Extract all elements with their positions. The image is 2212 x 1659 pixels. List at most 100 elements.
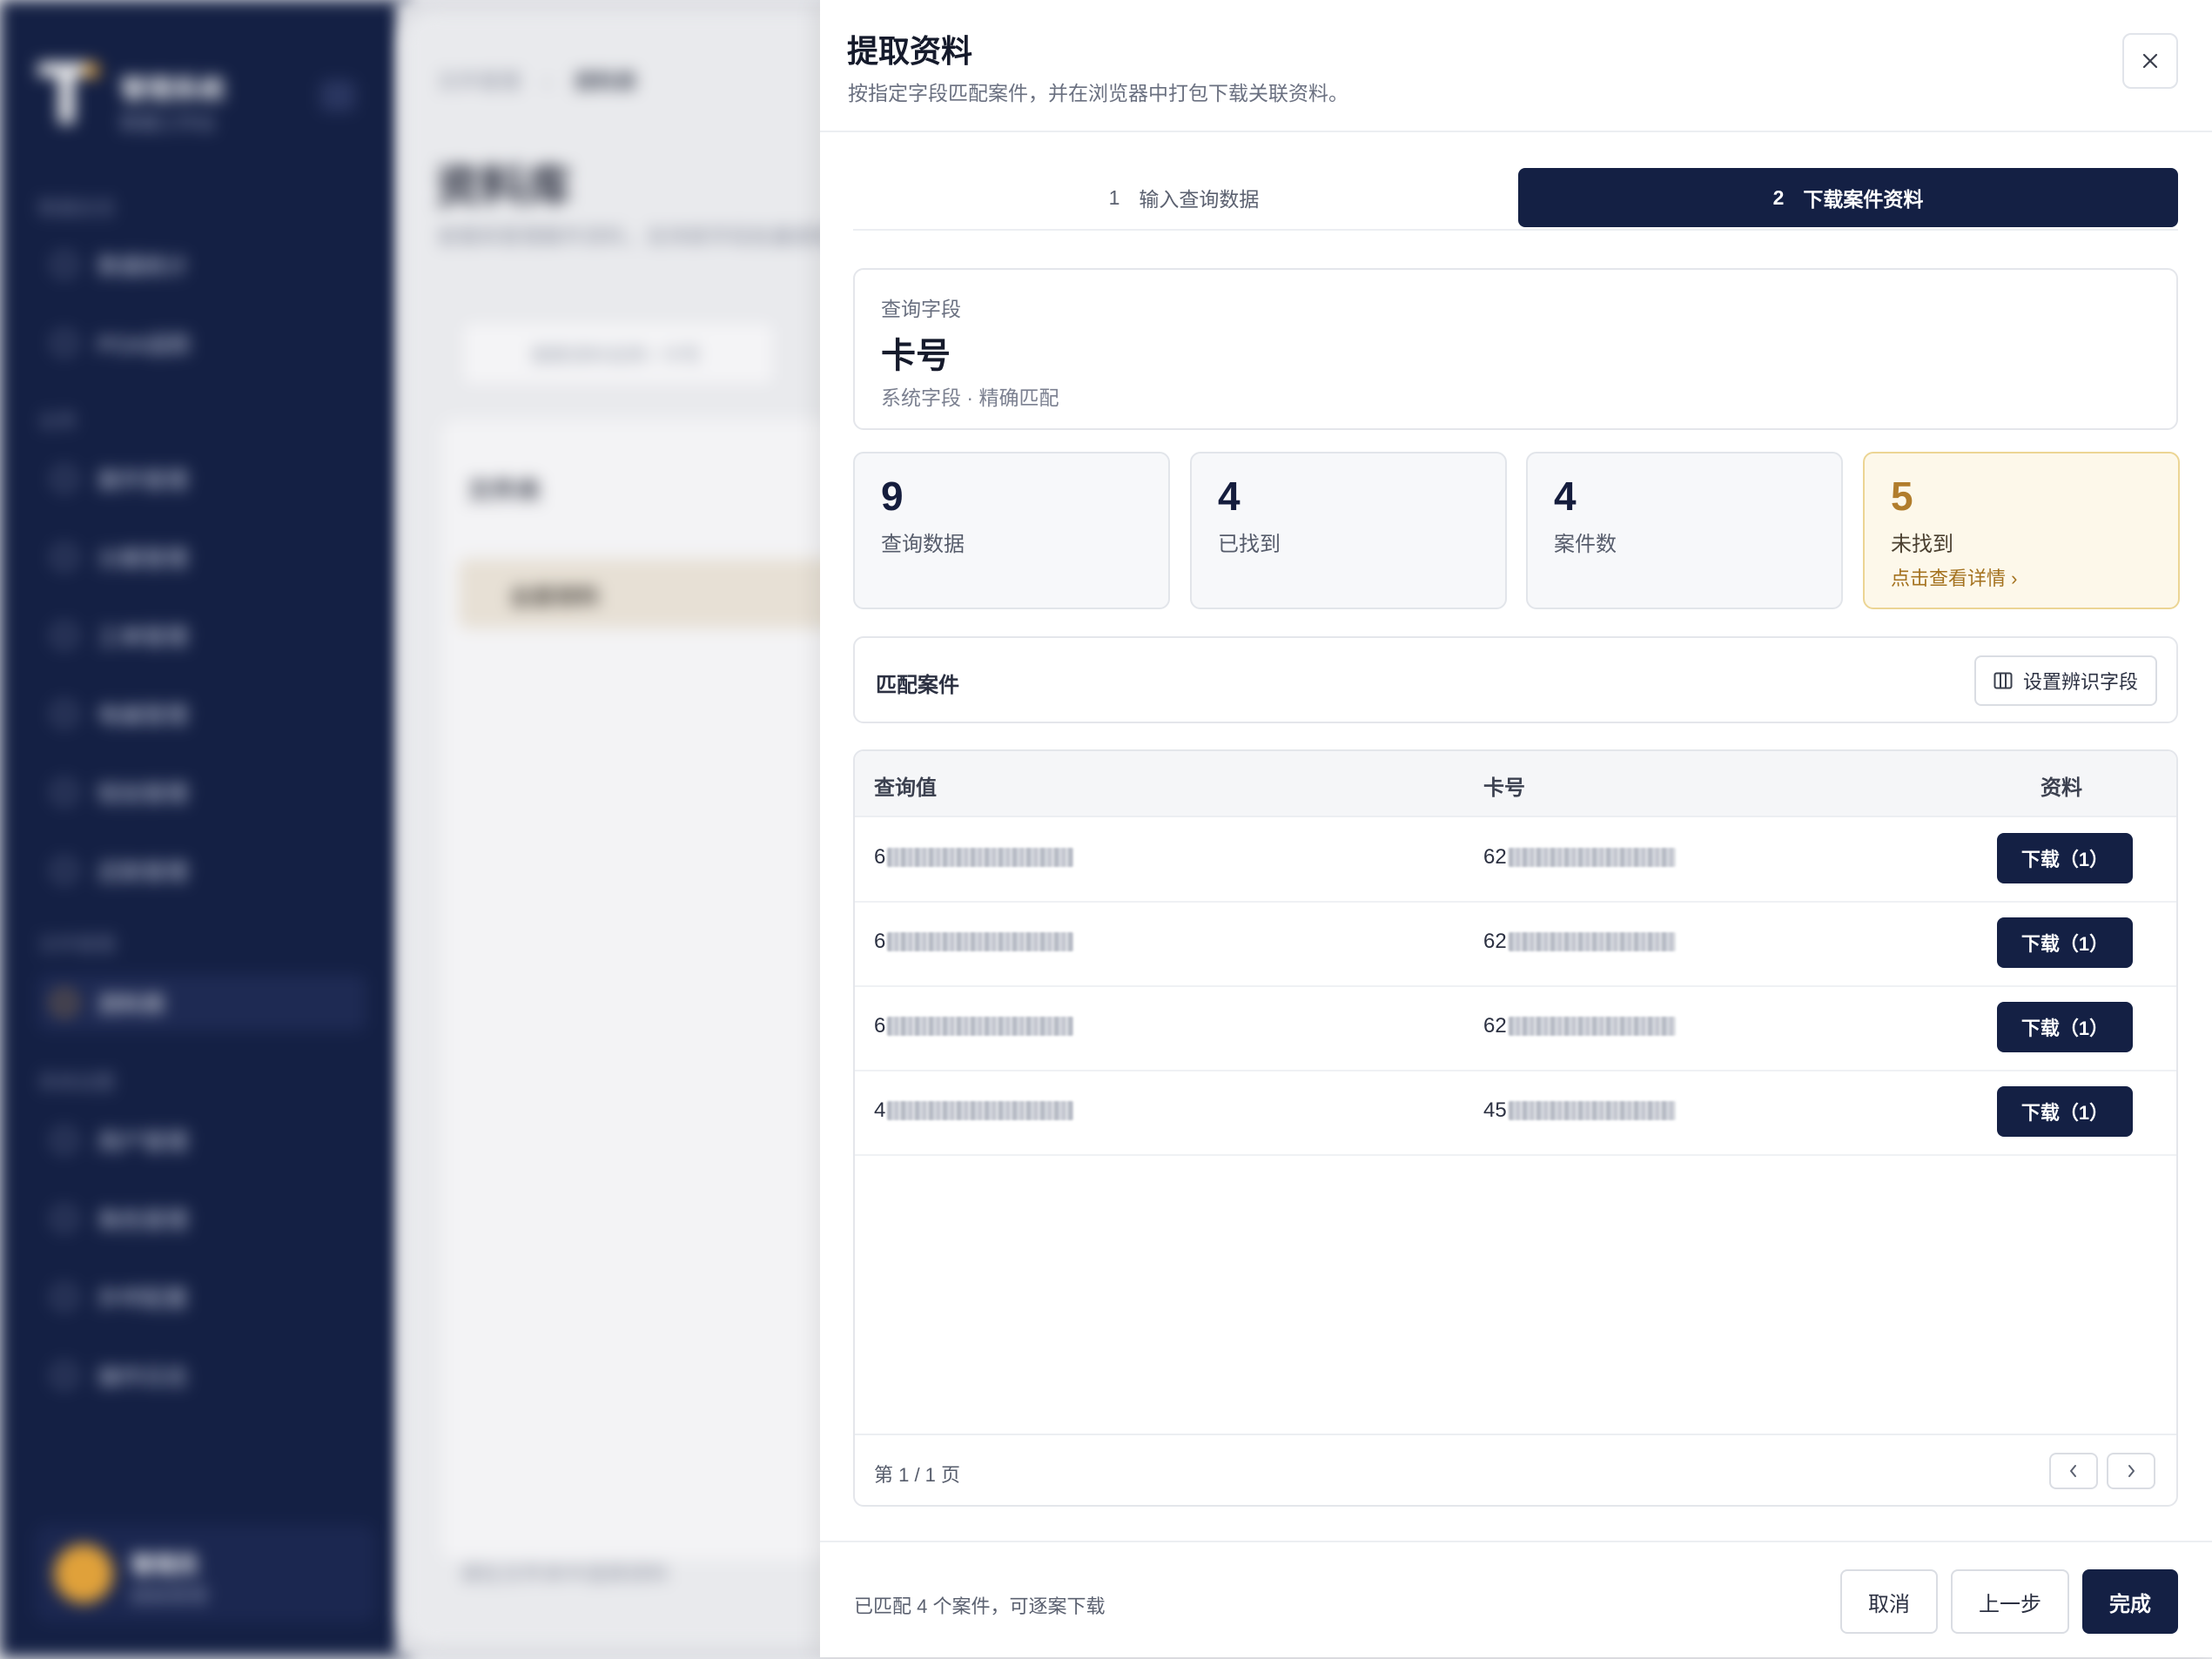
matched-cases-table: 查询值 卡号 资料 6 62 下载（1） 6 62 下载（1） 6 62 下载（… — [853, 749, 2178, 1507]
user-card[interactable]: 管理员 超级管理 — [35, 1525, 376, 1622]
folder-icon — [52, 991, 77, 1015]
brand-name: 管理系统 — [120, 76, 225, 104]
sidebar-item[interactable]: 角色管理 — [52, 1199, 366, 1238]
sidebar-item[interactable]: 短信管理 — [52, 773, 366, 811]
columns-icon — [1993, 672, 2013, 689]
download-button[interactable]: 下载（1） — [1997, 1002, 2133, 1052]
close-icon — [2142, 53, 2158, 69]
drawer-subtitle: 按指定字段匹配案件，并在浏览器中打包下载关联资料。 — [848, 82, 1348, 104]
sidebar-item[interactable]: 数据统计 — [52, 245, 366, 284]
download-button[interactable]: 下载（1） — [1997, 1086, 2133, 1137]
message-icon — [52, 780, 77, 804]
step-download-files[interactable]: 2 下载案件资料 — [1518, 168, 2178, 227]
step-input-query[interactable]: 1 输入查询数据 — [853, 168, 1515, 227]
sidebar-item-label: 资料库 — [97, 991, 166, 1018]
bottom-note: 请在文件夹中选择资料 — [460, 1562, 669, 1586]
column-header-card: 卡号 — [1483, 776, 1525, 800]
stat-query-count: 9 查询数据 — [853, 452, 1170, 609]
chevron-left-icon — [2070, 1465, 2076, 1477]
sidebar-item-label: 角色管理 — [97, 1206, 189, 1233]
sidebar-item-label: 工单管理 — [97, 623, 189, 650]
query-field-meta: 系统字段 · 精确匹配 — [881, 386, 1059, 409]
masked-digits — [1508, 1101, 1676, 1120]
sidebar-item[interactable]: 案件管理 — [52, 460, 366, 498]
stat-label: 未找到 — [1891, 533, 1953, 556]
stat-label: 已找到 — [1218, 533, 1281, 556]
stat-value: 4 — [1554, 474, 1577, 519]
cancel-button[interactable]: 取消 — [1840, 1569, 1938, 1634]
sidebar-item-label: 案件管理 — [97, 467, 189, 494]
step-number: 1 — [1108, 185, 1120, 209]
query-value: 6 — [874, 1014, 1074, 1038]
query-field-label: 查询字段 — [881, 298, 961, 320]
matched-cases-title: 匹配案件 — [876, 674, 959, 697]
stat-label: 查询数据 — [881, 533, 965, 556]
sidebar-group-label: 数据总览 — [38, 198, 116, 219]
footer-note: 已匹配 4 个案件，可逐案下载 — [854, 1595, 1106, 1617]
prev-page-button[interactable] — [2049, 1453, 2098, 1489]
table-row: 6 62 下载（1） — [855, 817, 2176, 903]
phone-icon — [52, 702, 77, 726]
trace-icon — [52, 331, 77, 355]
logo-dot — [84, 63, 99, 78]
view-details-link[interactable]: 点击查看详情 › — [1891, 563, 2017, 591]
download-button[interactable]: 下载（1） — [1997, 833, 2133, 883]
sidebar-item[interactable]: 电催管理 — [52, 695, 366, 733]
case-icon — [52, 467, 77, 491]
chart-icon — [52, 252, 77, 277]
stat-label: 案件数 — [1554, 533, 1617, 556]
sidebar-item[interactable]: POA追踪 — [52, 324, 366, 362]
user-icon — [52, 1128, 77, 1152]
drawer-footer: 已匹配 4 个案件，可逐案下载 取消 上一步 完成 — [820, 1541, 2212, 1659]
prev-step-button[interactable]: 上一步 — [1951, 1569, 2069, 1634]
sidebar-item[interactable]: 外呼配置 — [52, 1278, 366, 1316]
sidebar-item-library[interactable]: 资料库 — [38, 975, 366, 1031]
sidebar-group-label: 系统设置 — [38, 1071, 116, 1093]
next-page-button[interactable] — [2107, 1453, 2155, 1489]
step-number: 2 — [1772, 185, 1785, 209]
sidebar-item[interactable]: 操作日志 — [52, 1356, 366, 1394]
set-id-fields-label: 设置辨识字段 — [2022, 671, 2138, 693]
card-number: 62 — [1483, 1014, 1676, 1038]
table-row: 4 45 下载（1） — [855, 1071, 2176, 1156]
ticket-icon — [52, 623, 77, 648]
masked-digits — [1508, 848, 1676, 867]
sidebar-item-label: 外呼配置 — [97, 1285, 189, 1312]
table-pagination: 第 1 / 1 页 — [855, 1434, 2176, 1505]
extract-drawer: 提取资料 按指定字段匹配案件，并在浏览器中打包下载关联资料。 1 输入查询数据 … — [820, 0, 2212, 1657]
stat-value: 5 — [1891, 474, 1913, 519]
sidebar-item[interactable]: 分案管理 — [52, 538, 366, 576]
table-header: 查询值 卡号 资料 — [855, 751, 2176, 817]
close-button[interactable] — [2122, 33, 2178, 89]
sidebar-collapse-button[interactable] — [320, 80, 355, 111]
stat-not-found[interactable]: 5 未找到 点击查看详情 › — [1863, 452, 2180, 609]
sidebar-group-label: 文件管理 — [38, 934, 116, 956]
search-input[interactable]: 搜索资料名称 / 卡号 — [460, 319, 777, 387]
sidebar-item[interactable]: 工单管理 — [52, 616, 366, 655]
stat-found-count: 4 已找到 — [1190, 452, 1507, 609]
split-icon — [52, 545, 77, 569]
download-button[interactable]: 下载（1） — [1997, 917, 2133, 968]
query-value: 6 — [874, 845, 1074, 870]
payment-icon — [52, 858, 77, 883]
call-icon — [52, 1285, 77, 1309]
stat-value: 4 — [1218, 474, 1240, 519]
masked-digits — [887, 1101, 1074, 1120]
query-field-card: 查询字段 卡号 系统字段 · 精确匹配 — [853, 268, 2178, 430]
step-indicator: 1 输入查询数据 2 下载案件资料 — [853, 168, 2178, 231]
brand-subtitle: 数据工作台 — [120, 112, 217, 134]
masked-digits — [1508, 932, 1676, 951]
set-id-fields-button[interactable]: 设置辨识字段 — [1974, 655, 2157, 706]
masked-digits — [887, 1017, 1074, 1036]
breadcrumb-parent[interactable]: 文件管理 — [437, 71, 521, 94]
sidebar-item-label: 电催管理 — [97, 702, 189, 729]
sidebar-item[interactable]: 用户管理 — [52, 1121, 366, 1159]
sidebar-item[interactable]: 还款管理 — [52, 851, 366, 890]
drawer-title: 提取资料 — [847, 33, 973, 69]
table-row: 6 62 下载（1） — [855, 986, 2176, 1071]
user-role: 超级管理 — [131, 1585, 208, 1607]
table-row: 6 62 下载（1） — [855, 902, 2176, 987]
query-value: 6 — [874, 930, 1074, 954]
folder-item-selected[interactable]: 全部资料 — [459, 559, 877, 628]
finish-button[interactable]: 完成 — [2082, 1569, 2178, 1634]
